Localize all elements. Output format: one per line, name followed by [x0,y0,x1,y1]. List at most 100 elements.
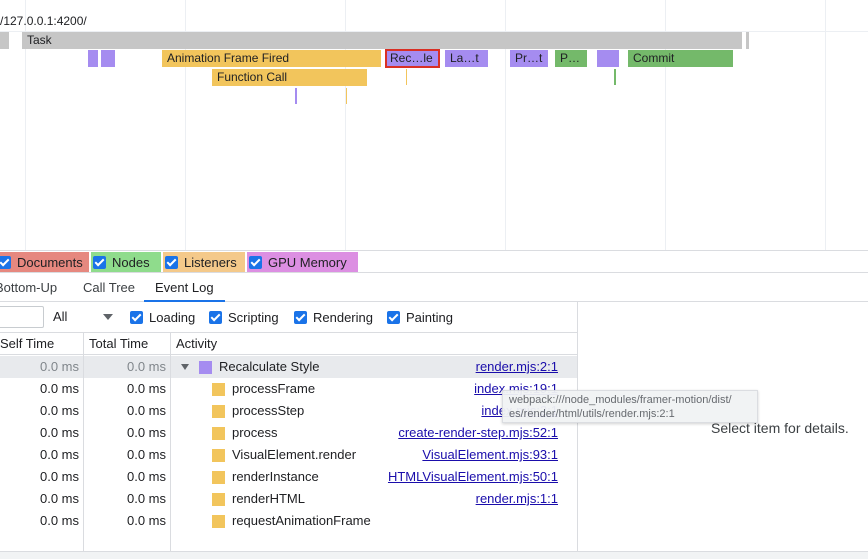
table-row[interactable]: 0.0 ms 0.0 ms process create-render-step… [0,422,577,444]
activity-name: processStep [232,403,305,418]
mini-event[interactable] [346,88,347,104]
checkbox-icon[interactable] [209,311,222,324]
commit-event[interactable]: Commit [628,50,733,67]
activity-cell: process [212,422,278,444]
category-swatch [212,448,225,462]
activity-cell: renderInstance [212,466,319,488]
pre-paint-event[interactable]: Pr…t [510,50,548,67]
scripting-filter[interactable]: Scripting [209,310,279,325]
table-row[interactable]: 0.0 ms 0.0 ms renderInstance HTMLVisualE… [0,466,577,488]
table-row[interactable]: 0.0 ms 0.0 ms Recalculate Style render.m… [0,356,577,378]
tooltip-line: es/render/html/utils/render.mjs:2:1 [509,408,675,420]
self-time-cell: 0.0 ms [39,381,79,396]
filter-input[interactable] [0,306,44,328]
total-time-cell: 0.0 ms [126,447,166,462]
category-swatch [212,404,225,418]
checkbox-icon[interactable] [249,256,262,269]
total-time-header[interactable]: Total Time [89,333,148,355]
total-time-cell: 0.0 ms [126,425,166,440]
documents-counter-toggle[interactable]: Documents [0,252,89,273]
tab-event-log[interactable]: Event Log [144,273,225,302]
flame-chart[interactable]: /127.0.0.1:4200/ Task Animation Frame Fi… [0,0,868,250]
source-url-tooltip: webpack:///node_modules/framer-motion/di… [502,390,758,423]
table-row[interactable]: 0.0 ms 0.0 ms processStep index.mjs:2:1 [0,400,577,422]
gridline [825,0,826,250]
painting-label: Painting [406,310,453,325]
expand-triangle-icon[interactable] [181,364,189,370]
layout-event[interactable]: La…t [445,50,488,67]
rendering-event[interactable] [88,50,98,67]
mini-event[interactable] [406,69,407,85]
rendering-filter[interactable]: Rendering [294,310,373,325]
activity-name: requestAnimationFrame [232,513,371,528]
activity-name: renderInstance [232,469,319,484]
gpu-memory-counter-toggle[interactable]: GPU Memory [247,252,358,273]
activity-cell: VisualElement.render [212,444,356,466]
activity-name: renderHTML [232,491,305,506]
chevron-down-icon [103,314,113,320]
activity-cell: processStep [212,400,304,422]
self-time-cell: 0.0 ms [39,403,79,418]
paint-event[interactable]: P… [555,50,587,67]
checkbox-icon[interactable] [0,256,11,269]
function-call-event[interactable]: Function Call [212,69,367,86]
source-link[interactable]: render.mjs:2:1 [476,356,558,378]
painting-filter[interactable]: Painting [387,310,453,325]
loading-filter[interactable]: Loading [130,310,195,325]
checkbox-icon[interactable] [130,311,143,324]
self-time-header[interactable]: Self Time [0,333,54,355]
mini-event[interactable] [295,88,297,104]
table-row[interactable]: 0.0 ms 0.0 ms renderHTML render.mjs:1:1 [0,488,577,510]
category-swatch [212,426,225,440]
table-header: Self Time Total Time Activity [0,333,577,355]
table-row[interactable]: 0.0 ms 0.0 ms VisualElement.render Visua… [0,444,577,466]
total-time-cell: 0.0 ms [126,359,166,374]
self-time-cell: 0.0 ms [39,513,79,528]
rendering-event[interactable] [597,50,619,67]
task-block[interactable]: Task [22,32,742,49]
activity-cell: requestAnimationFrame [212,510,371,532]
column-divider[interactable] [83,333,84,551]
total-time-cell: 0.0 ms [126,403,166,418]
recalculate-style-event[interactable]: Rec…le [385,49,440,68]
nodes-counter-toggle[interactable]: Nodes [91,252,161,273]
source-link[interactable]: create-render-step.mjs:52:1 [398,422,558,444]
details-pane: Select item for details. [577,302,868,551]
checkbox-icon[interactable] [165,256,178,269]
checkbox-icon[interactable] [387,311,400,324]
source-link[interactable]: VisualElement.mjs:93:1 [422,444,558,466]
activity-name: VisualElement.render [232,447,357,462]
task-block-left[interactable] [0,32,9,49]
column-divider[interactable] [170,333,171,551]
tab-call-tree[interactable]: Call Tree [83,273,135,302]
table-row[interactable]: 0.0 ms 0.0 ms requestAnimationFrame [0,510,577,532]
frame-url: /127.0.0.1:4200/ [0,14,87,28]
checkbox-icon[interactable] [93,256,106,269]
duration-select[interactable]: All [53,309,115,327]
activity-name: Recalculate Style [219,359,320,374]
gpu-memory-label: GPU Memory [268,255,347,270]
category-swatch [212,470,225,484]
total-time-cell: 0.0 ms [126,469,166,484]
loading-label: Loading [149,310,196,325]
checkbox-icon[interactable] [294,311,307,324]
source-link[interactable]: HTMLVisualElement.mjs:50:1 [388,466,558,488]
self-time-cell: 0.0 ms [39,447,79,462]
task-block-right[interactable] [746,32,749,49]
activity-name: process [232,425,278,440]
table-row[interactable]: 0.0 ms 0.0 ms processFrame index.mjs:19:… [0,378,577,400]
activity-cell: Recalculate Style [181,356,319,378]
total-time-cell: 0.0 ms [126,513,166,528]
rendering-event[interactable] [101,50,115,67]
tab-bottom-up[interactable]: Bottom-Up [0,273,57,302]
memory-counters: Documents Nodes Listeners GPU Memory [0,250,868,273]
source-link[interactable]: render.mjs:1:1 [476,488,558,510]
documents-label: Documents [17,255,83,270]
category-swatch [212,492,225,506]
total-time-cell: 0.0 ms [126,491,166,506]
event-log-table: Self Time Total Time Activity 0.0 ms 0.0… [0,333,577,551]
animation-frame-fired-event[interactable]: Animation Frame Fired [162,50,381,67]
listeners-counter-toggle[interactable]: Listeners [163,252,245,273]
mini-event[interactable] [614,69,616,85]
activity-header[interactable]: Activity [176,333,217,355]
